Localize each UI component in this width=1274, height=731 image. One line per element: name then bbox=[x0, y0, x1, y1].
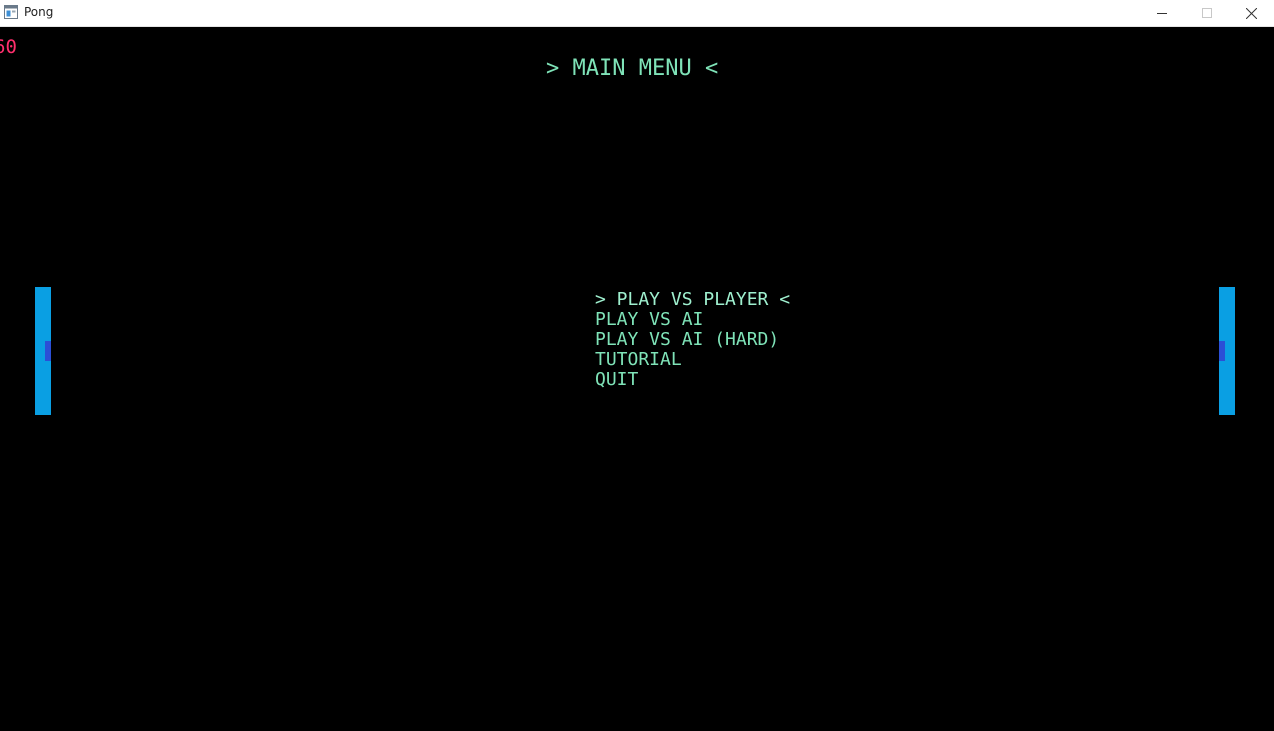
fps-counter: 60 bbox=[0, 36, 17, 58]
menu-item-tutorial[interactable]: TUTORIAL bbox=[595, 350, 790, 370]
menu-item-play-vs-ai-hard[interactable]: PLAY VS AI (HARD) bbox=[595, 330, 790, 350]
left-paddle bbox=[35, 287, 51, 415]
maximize-icon bbox=[1201, 8, 1212, 18]
menu-item-quit[interactable]: QUIT bbox=[595, 370, 790, 390]
menu-item-play-vs-player[interactable]: > PLAY VS PLAYER < bbox=[595, 290, 790, 310]
right-paddle bbox=[1219, 287, 1235, 415]
window-title: Pong bbox=[24, 5, 54, 19]
app-window-icon bbox=[4, 4, 18, 19]
minimize-button[interactable] bbox=[1139, 0, 1184, 26]
menu-item-play-vs-ai[interactable]: PLAY VS AI bbox=[595, 310, 790, 330]
main-menu-list: > PLAY VS PLAYER < PLAY VS AI PLAY VS AI… bbox=[595, 290, 790, 390]
left-paddle-accent bbox=[45, 341, 51, 361]
right-paddle-accent bbox=[1219, 341, 1225, 361]
title-bar[interactable]: Pong bbox=[0, 0, 1274, 27]
game-canvas[interactable]: 60 > MAIN MENU < > PLAY VS PLAYER < PLAY… bbox=[0, 27, 1274, 731]
minimize-icon bbox=[1156, 8, 1167, 18]
close-icon bbox=[1246, 7, 1257, 19]
pong-window: Pong 60 > MAIN MENU < > PLAY VS PLAYER < bbox=[0, 0, 1274, 731]
maximize-button[interactable] bbox=[1184, 0, 1229, 26]
close-button[interactable] bbox=[1229, 0, 1274, 26]
main-menu-title: > MAIN MENU < bbox=[546, 56, 719, 81]
